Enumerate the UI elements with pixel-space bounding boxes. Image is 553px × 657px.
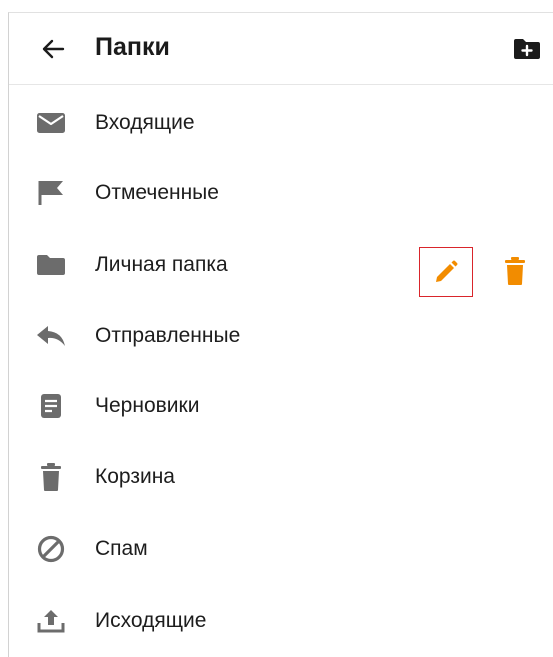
new-folder-button[interactable]: [509, 33, 545, 65]
folders-screen: Папки Входящие Отмеченные Личная папка О…: [8, 12, 553, 657]
folder-label: Входящие: [95, 111, 195, 134]
folder-item-outbox[interactable]: Исходящие: [9, 593, 553, 649]
folder-item-personal[interactable]: Личная папка: [9, 237, 553, 297]
folder-label: Корзина: [95, 465, 175, 488]
folder-label: Отправленные: [95, 324, 241, 347]
reply-icon: [35, 322, 67, 350]
document-icon: [35, 392, 67, 420]
flag-icon: [35, 179, 67, 207]
folder-icon: [35, 251, 67, 279]
folder-label: Спам: [95, 537, 148, 560]
arrow-left-icon: [42, 39, 65, 59]
folder-item-drafts[interactable]: Черновики: [9, 378, 553, 434]
spam-icon: [35, 535, 67, 563]
folder-label: Личная папка: [95, 253, 228, 276]
header: Папки: [9, 13, 553, 85]
upload-icon: [35, 607, 67, 635]
folder-item-flagged[interactable]: Отмеченные: [9, 165, 553, 221]
folder-label: Черновики: [95, 394, 200, 417]
folder-item-inbox[interactable]: Входящие: [9, 95, 553, 151]
folder-plus-icon: [514, 39, 540, 59]
folder-label: Отмеченные: [95, 181, 219, 204]
back-button[interactable]: [33, 31, 73, 67]
folder-label: Исходящие: [95, 609, 207, 632]
trash-icon: [35, 463, 67, 491]
folder-item-spam[interactable]: Спам: [9, 521, 553, 577]
edit-folder-button[interactable]: [419, 247, 473, 297]
trash-icon: [505, 257, 525, 285]
pencil-icon: [436, 260, 458, 282]
folder-item-trash[interactable]: Корзина: [9, 449, 553, 505]
folder-item-sent[interactable]: Отправленные: [9, 308, 553, 364]
page-title: Папки: [95, 33, 170, 61]
envelope-icon: [35, 109, 67, 137]
delete-folder-button[interactable]: [497, 249, 533, 293]
